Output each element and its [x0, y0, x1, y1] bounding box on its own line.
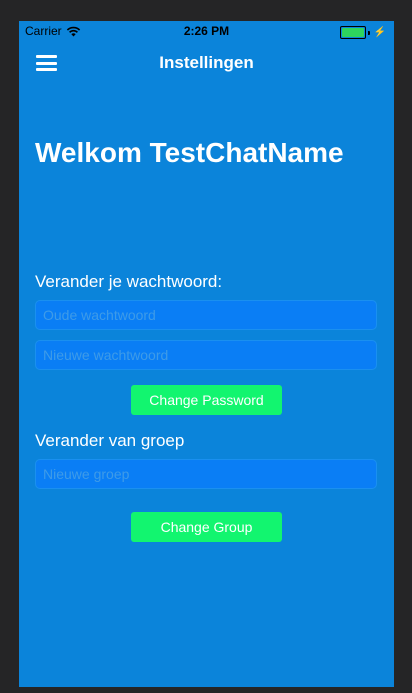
- hamburger-menu-icon[interactable]: [36, 55, 57, 71]
- charging-bolt-icon: ⚡: [373, 27, 386, 38]
- new-password-field[interactable]: [35, 340, 377, 370]
- battery-fill: [341, 28, 364, 37]
- battery-indicator: ⚡: [339, 26, 386, 39]
- old-password-field[interactable]: [35, 300, 377, 330]
- status-time: 2:26 PM: [183, 24, 230, 38]
- change-password-button[interactable]: Change Password: [131, 385, 282, 415]
- battery-icon: [339, 26, 366, 39]
- password-section-label: Verander je wachtwoord:: [35, 272, 223, 291]
- group-section-label: Verander van groep: [35, 431, 185, 450]
- battery-cap: [367, 30, 370, 35]
- welcome-heading: Welkom TestChatName: [35, 137, 344, 168]
- new-group-field[interactable]: [35, 459, 377, 489]
- app-screen: Carrier 2:26 PM ⚡ Instellingen Welkom Te…: [19, 21, 394, 687]
- status-bar: Carrier 2:26 PM ⚡: [19, 21, 394, 41]
- change-group-button[interactable]: Change Group: [131, 512, 282, 542]
- page-title: Instellingen: [159, 53, 254, 72]
- navigation-bar: Instellingen: [19, 41, 394, 85]
